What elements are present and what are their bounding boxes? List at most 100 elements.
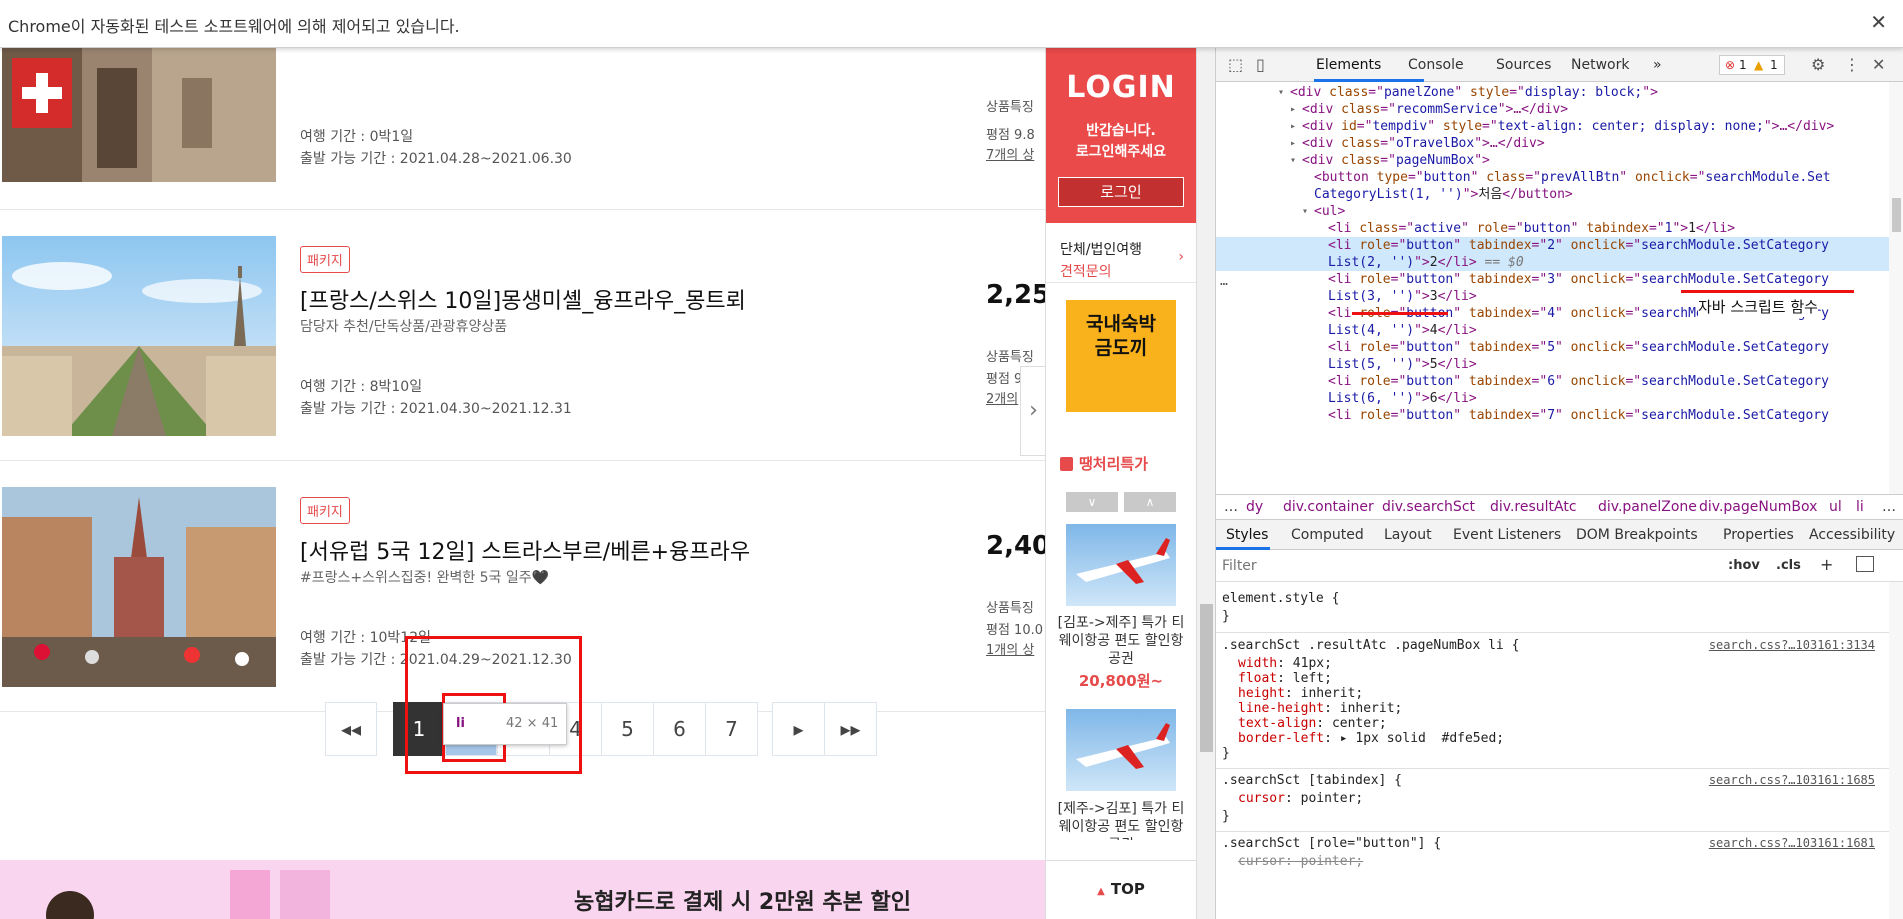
deal-up-button[interactable]: ∧ [1124,492,1176,512]
issues-counter[interactable]: ⊗ 1 ▲ 1 [1719,55,1785,75]
dom-node[interactable]: <li class="active" role="button" tabinde… [1216,220,1889,237]
airline-ad-image[interactable] [1066,709,1176,791]
tab-properties[interactable]: Properties [1723,527,1794,543]
dom-node[interactable]: List(4, '')">4</li> [1216,322,1889,339]
computed-sidebar-icon[interactable] [1856,556,1874,572]
dom-node-selected[interactable]: List(2, '')">2</li> == $0 [1216,254,1889,271]
breadcrumb-item[interactable]: dy [1246,495,1263,519]
styles-filter-input[interactable] [1222,554,1622,577]
product-thumbnail[interactable] [2,236,276,436]
product-row[interactable]: 여행 기간 : 0박1일 출발 가능 기간 : 2021.04.28~2021.… [0,48,1045,210]
product-row[interactable]: 패키지 [프랑스/스위스 10일]몽생미셸_융프라우_몽트뢰 담당자 추천/단독… [0,210,1045,461]
page-button-6[interactable]: 6 [653,702,706,756]
tab-accessibility[interactable]: Accessibility [1809,527,1895,543]
group-travel-link[interactable]: 단체/법인여행 견적문의 › [1046,223,1196,283]
tab-elements[interactable]: Elements [1316,57,1381,73]
product-title[interactable]: [프랑스/스위스 10일]몽생미셸_융프라우_몽트뢰 [300,283,746,315]
airline-ad-title[interactable]: [제주->김포] 특가 티웨이항공 편도 할인항공권 [1054,800,1188,840]
breadcrumb-item[interactable]: div.container [1283,495,1374,519]
dom-node[interactable]: ▾ <div class="pageNumBox"> [1216,152,1889,169]
dom-node[interactable]: ▸ <div class="oTravelBox">…</div> [1216,135,1889,152]
expand-arrow-icon[interactable]: ▾ [1278,84,1284,101]
tab-dom-breakpoints[interactable]: DOM Breakpoints [1576,527,1698,543]
dom-node[interactable]: <li role="button" tabindex="7" onclick="… [1216,407,1889,424]
dom-node[interactable]: ▸ <div class="recommService">…</div> [1216,101,1889,118]
dom-node[interactable]: <li role="button" tabindex="5" onclick="… [1216,339,1889,356]
close-icon[interactable]: ✕ [1872,55,1885,74]
dom-node[interactable]: <button type="button" class="prevAllBtn"… [1216,169,1889,186]
tab-network[interactable]: Network [1571,57,1629,73]
dom-node[interactable]: ▾ <ul> [1216,203,1889,220]
airline-ad-image[interactable] [1066,524,1176,606]
sidebar-collapse-button[interactable]: › [1020,366,1046,456]
dom-node[interactable]: CategoryList(1, '')">처음</button> [1216,186,1889,203]
breadcrumb-more[interactable]: … [1882,495,1896,519]
tab-event-listeners[interactable]: Event Listeners [1453,527,1561,543]
breadcrumb-item[interactable]: li [1856,495,1864,519]
overridden-property[interactable]: cursor: pointer; [1238,853,1363,871]
new-rule-button[interactable]: + [1820,555,1833,574]
dom-node[interactable]: List(5, '')">5</li> [1216,356,1889,373]
breadcrumb-item[interactable]: div.searchSct [1382,495,1475,519]
dom-scrollbar[interactable] [1889,82,1903,494]
scroll-top-button[interactable]: ▲ TOP [1046,860,1196,919]
rule-property[interactable]: cursor: pointer; [1238,790,1363,808]
promo-banner[interactable]: 농협카드로 결제 시 2만원 추본 할인 [0,860,1045,919]
rule-source-link[interactable]: search.css?…103161:1681 [1709,836,1875,850]
page-scrollbar[interactable] [1196,48,1215,919]
product-reviews[interactable]: 1개의 상 [986,641,1043,661]
login-button[interactable]: 로그인 [1058,177,1184,207]
styles-scrollbar[interactable] [1889,582,1903,919]
tab-layout[interactable]: Layout [1384,527,1432,543]
page-button-5[interactable]: 5 [601,702,654,756]
deal-down-button[interactable]: ∨ [1066,492,1118,512]
dom-node-selected[interactable]: <li role="button" tabindex="2" onclick="… [1216,237,1889,254]
collapse-arrow-icon[interactable]: ▸ [1290,135,1296,152]
product-title[interactable]: [서유럽 5국 12일] 스트라스부르/베른+융프라우 [300,534,750,566]
breadcrumb-item[interactable]: div.resultAtc [1490,495,1577,519]
goldaxe-ad[interactable]: 국내숙박 금도끼 [1066,300,1176,412]
more-tabs-icon[interactable]: » [1653,57,1662,73]
collapse-arrow-icon[interactable]: ▸ [1290,118,1296,135]
page-scrollbar-thumb[interactable] [1200,604,1213,752]
rule-source-link[interactable]: search.css?…103161:1685 [1709,773,1875,787]
product-reviews[interactable]: 7개의 상 [986,146,1035,166]
tab-sources[interactable]: Sources [1496,57,1551,73]
selected-node-dots[interactable]: … [1220,274,1228,289]
dom-node[interactable]: <li role="button" tabindex="3" onclick="… [1216,271,1889,288]
dom-node[interactable]: ▾ <div class="panelZone" style="display: … [1216,84,1889,101]
first-page-button[interactable]: ◂◂ [325,702,377,756]
tab-styles[interactable]: Styles [1226,527,1268,543]
gear-icon[interactable]: ⚙ [1811,55,1825,74]
collapse-arrow-icon[interactable]: ▸ [1290,101,1296,118]
last-page-button[interactable]: ▸▸ [824,702,877,756]
tab-computed[interactable]: Computed [1291,527,1364,543]
airline-ad-title[interactable]: [김포->제주] 특가 티웨이항공 편도 할인항공권 [1054,614,1188,668]
dom-scrollbar-thumb[interactable] [1892,198,1901,232]
hover-state-toggle[interactable]: :hov [1728,558,1760,573]
dom-node[interactable]: ▸ <div id="tempdiv" style="text-align: ce… [1216,118,1889,135]
dom-node[interactable]: List(6, '')">6</li> [1216,390,1889,407]
rule-property[interactable]: border-left: ▸ 1px solid #dfe5ed; [1238,730,1504,748]
product-row[interactable]: 패키지 [서유럽 5국 12일] 스트라스부르/베른+융프라우 #프랑스+스위스… [0,461,1045,712]
next-page-button[interactable]: ▸ [772,702,825,756]
expand-arrow-icon[interactable]: ▾ [1290,152,1296,169]
breadcrumb-item[interactable]: ul [1829,495,1842,519]
page-button-1[interactable]: 1 [393,702,445,756]
product-thumbnail[interactable] [2,487,276,687]
rule-source-link[interactable]: search.css?…103161:3134 [1709,638,1875,652]
close-icon[interactable]: ✕ [1870,10,1887,34]
tab-console[interactable]: Console [1408,57,1464,73]
class-toggle[interactable]: .cls [1776,558,1801,573]
page-button-7[interactable]: 7 [705,702,758,756]
inspect-element-icon[interactable]: ⬚ [1228,55,1243,74]
device-toolbar-icon[interactable]: ▯ [1256,55,1265,74]
breadcrumb-item[interactable]: div.pageNumBox [1699,495,1817,519]
breadcrumb-item[interactable]: div.panelZone [1598,495,1697,519]
expand-arrow-icon[interactable]: ▾ [1302,203,1308,220]
breadcrumb-more[interactable]: … [1224,495,1238,519]
product-thumbnail[interactable] [2,48,276,182]
kebab-menu-icon[interactable]: ⋮ [1844,55,1860,74]
property-value: inherit; [1339,701,1403,716]
dom-node[interactable]: <li role="button" tabindex="6" onclick="… [1216,373,1889,390]
